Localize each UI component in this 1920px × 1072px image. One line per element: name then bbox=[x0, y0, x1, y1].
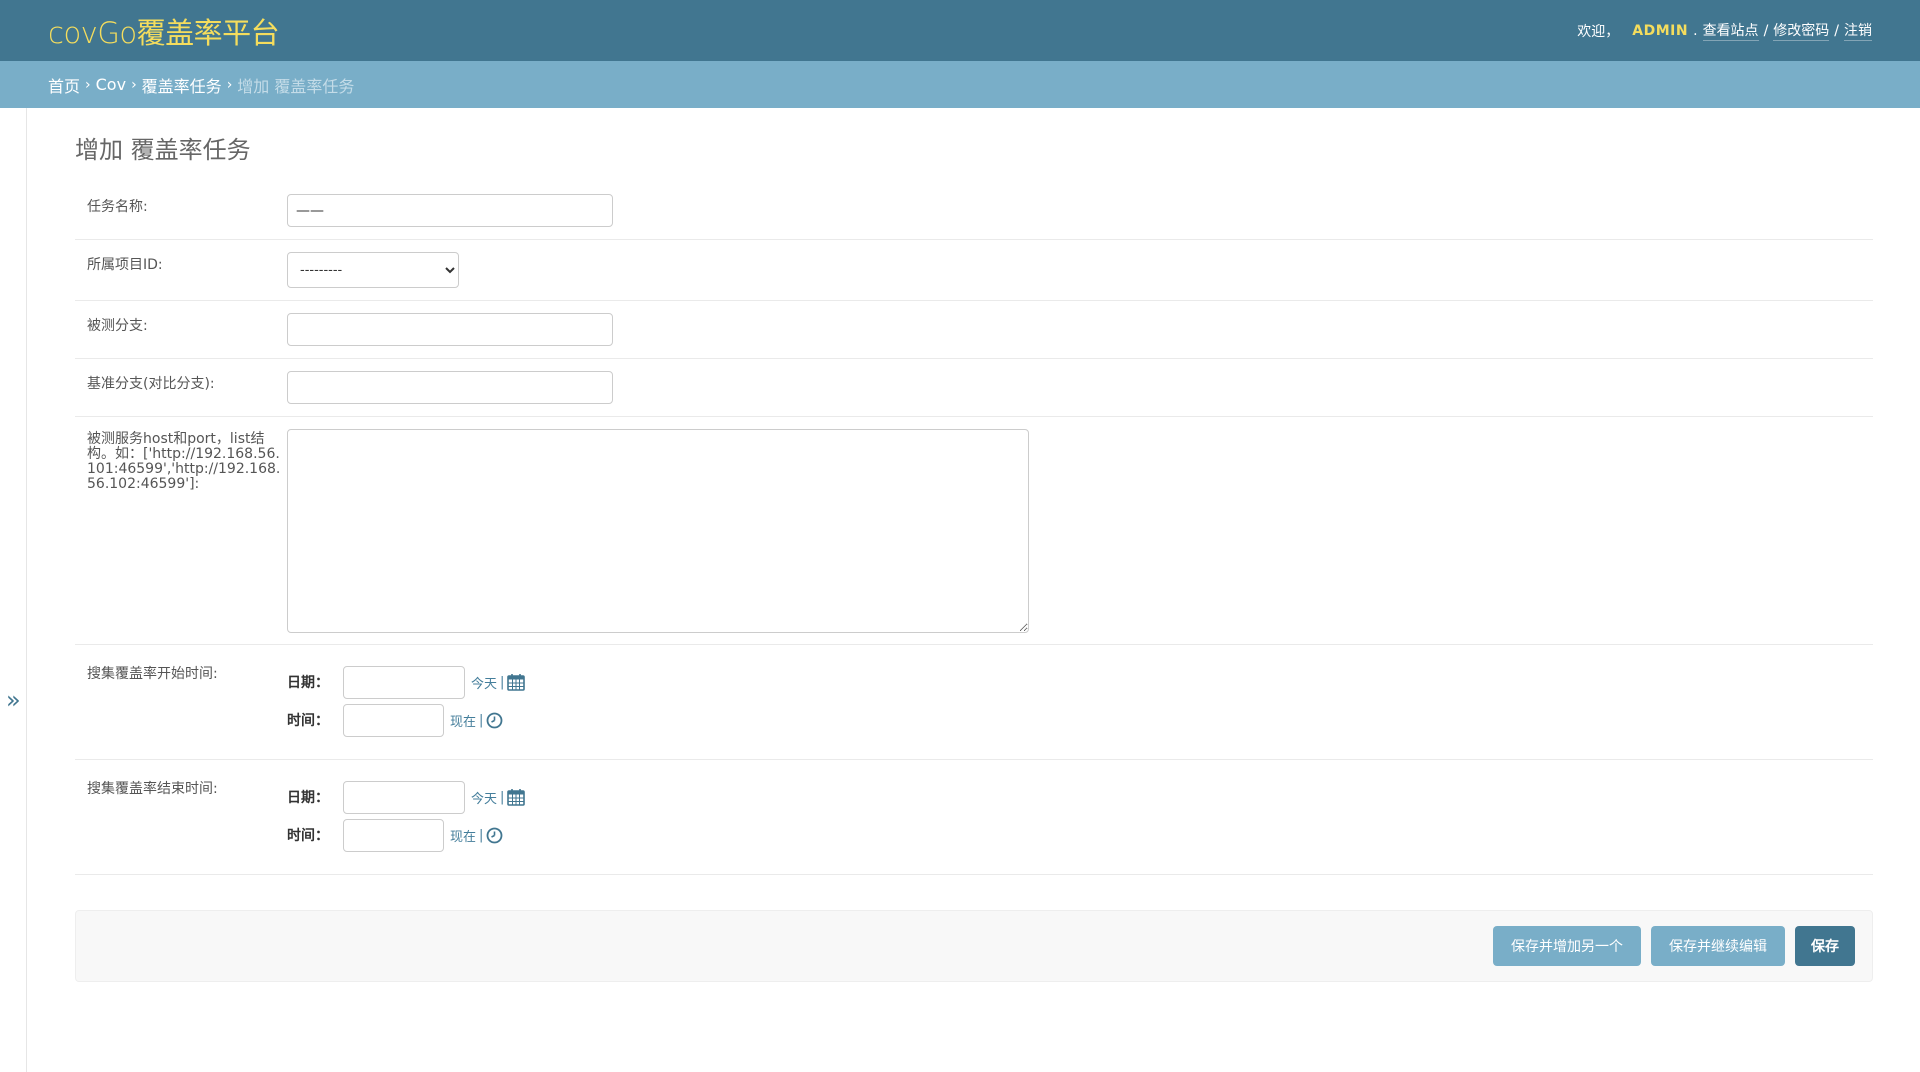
now-link[interactable]: 现在 bbox=[450, 711, 476, 730]
hosts-label: 被测服务host和port，list结构。如：['http://192.168.… bbox=[87, 431, 281, 492]
form-row-test-branch: 被测分支: bbox=[75, 301, 1873, 359]
base-branch-input[interactable] bbox=[287, 371, 613, 404]
user-tools: 欢迎， ADMIN. 查看站点 / 修改密码 / 注销 bbox=[1577, 20, 1872, 41]
page-title: 增加 覆盖率任务 bbox=[75, 136, 251, 164]
save-add-another-button[interactable]: 保存并增加另一个 bbox=[1493, 926, 1641, 966]
view-site-link[interactable]: 查看站点 bbox=[1702, 20, 1759, 41]
today-link[interactable]: 今天 bbox=[471, 673, 497, 692]
change-password-link[interactable]: 修改密码 bbox=[1773, 20, 1830, 41]
breadcrumb-home[interactable]: 首页 bbox=[48, 73, 80, 97]
form-row-hosts: 被测服务host和port，list结构。如：['http://192.168.… bbox=[75, 417, 1873, 645]
now-link[interactable]: 现在 bbox=[450, 826, 476, 845]
site-brand[interactable]: covGo覆盖率平台 bbox=[48, 10, 280, 52]
breadcrumb-separator: › bbox=[226, 76, 233, 93]
date-label: 日期： bbox=[287, 675, 329, 691]
clock-icon[interactable] bbox=[486, 827, 503, 844]
project-id-select[interactable]: --------- bbox=[287, 252, 459, 288]
sidebar-collapsed: » bbox=[0, 108, 27, 1072]
start-time-label: 搜集覆盖率开始时间: bbox=[87, 666, 218, 682]
breadcrumb-current: 增加 覆盖率任务 bbox=[237, 76, 355, 96]
form-row-start-time: 搜集覆盖率开始时间: 日期： 今天 | 时间： 现在 | bbox=[75, 645, 1873, 760]
test-branch-input[interactable] bbox=[287, 313, 613, 346]
shortcut-divider: | bbox=[500, 674, 505, 690]
logout-link[interactable]: 注销 bbox=[1844, 20, 1872, 41]
form-row-base-branch: 基准分支(对比分支): bbox=[75, 359, 1873, 417]
breadcrumb-app[interactable]: Cov bbox=[96, 75, 126, 94]
end-datetime-widget: 日期： 今天 | 时间： 现在 | bbox=[287, 780, 526, 852]
breadcrumb: 首页 › Cov › 覆盖率任务 › 增加 覆盖率任务 bbox=[0, 61, 1920, 108]
breadcrumb-separator: › bbox=[85, 76, 91, 93]
welcome-text: 欢迎， bbox=[1577, 23, 1620, 40]
date-shortcuts: 今天 | bbox=[471, 788, 526, 807]
end-date-input[interactable] bbox=[343, 780, 465, 814]
time-shortcuts: 现在 | bbox=[450, 826, 503, 845]
sidebar-toggle-button[interactable]: » bbox=[6, 686, 21, 714]
base-branch-label: 基准分支(对比分支): bbox=[87, 376, 215, 392]
form-row-task-name: 任务名称: bbox=[75, 182, 1873, 240]
task-name-label: 任务名称: bbox=[87, 199, 148, 215]
time-label: 时间： bbox=[287, 828, 329, 844]
time-shortcuts: 现在 | bbox=[450, 711, 503, 730]
breadcrumb-model[interactable]: 覆盖率任务 bbox=[142, 73, 222, 97]
clock-icon[interactable] bbox=[486, 712, 503, 729]
start-date-input[interactable] bbox=[343, 665, 465, 699]
save-button[interactable]: 保存 bbox=[1795, 926, 1855, 966]
separator: / bbox=[1834, 22, 1839, 39]
date-shortcuts: 今天 | bbox=[471, 673, 526, 692]
project-id-label: 所属项目ID: bbox=[87, 257, 163, 273]
start-date-line: 日期： 今天 | bbox=[287, 665, 526, 699]
today-link[interactable]: 今天 bbox=[471, 788, 497, 807]
header-bar: covGo覆盖率平台 欢迎， ADMIN. 查看站点 / 修改密码 / 注销 bbox=[0, 0, 1920, 61]
main-content: 增加 覆盖率任务 任务名称: 所属项目ID: --------- 被测分支: 基… bbox=[75, 108, 1874, 982]
save-continue-button[interactable]: 保存并继续编辑 bbox=[1651, 926, 1785, 966]
shortcut-divider: | bbox=[500, 789, 505, 805]
task-name-input[interactable] bbox=[287, 194, 613, 227]
end-time-input[interactable] bbox=[343, 818, 444, 852]
submit-row: 保存并增加另一个 保存并继续编辑 保存 bbox=[75, 910, 1873, 982]
separator: / bbox=[1763, 22, 1769, 39]
end-time-label: 搜集覆盖率结束时间: bbox=[87, 781, 218, 797]
calendar-icon[interactable] bbox=[507, 788, 526, 806]
start-time-line: 时间： 现在 | bbox=[287, 703, 525, 737]
end-time-line: 时间： 现在 | bbox=[287, 818, 525, 852]
start-time-input[interactable] bbox=[343, 703, 444, 737]
start-datetime-widget: 日期： 今天 | 时间： 现在 | bbox=[287, 665, 526, 737]
form-row-end-time: 搜集覆盖率结束时间: 日期： 今天 | 时间： 现在 | bbox=[75, 760, 1873, 875]
hosts-textarea[interactable] bbox=[287, 429, 1029, 633]
shortcut-divider: | bbox=[479, 827, 484, 843]
username: ADMIN bbox=[1632, 22, 1689, 39]
end-date-line: 日期： 今天 | bbox=[287, 780, 526, 814]
form-row-project-id: 所属项目ID: --------- bbox=[75, 240, 1873, 301]
time-label: 时间： bbox=[287, 713, 329, 729]
calendar-icon[interactable] bbox=[507, 673, 526, 691]
shortcut-divider: | bbox=[479, 712, 484, 728]
test-branch-label: 被测分支: bbox=[87, 318, 148, 334]
date-label: 日期： bbox=[287, 790, 329, 806]
breadcrumb-separator: › bbox=[131, 76, 137, 93]
